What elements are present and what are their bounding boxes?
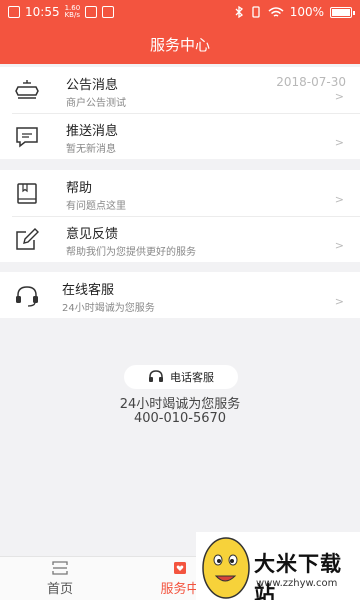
- online-service-section: 在线客服 24小时竭诚为您服务 >: [0, 272, 360, 318]
- page-header: 服务中心: [0, 24, 360, 64]
- chevron-right-icon: >: [334, 90, 344, 103]
- chevron-right-icon: >: [334, 239, 344, 252]
- notification-icon: [102, 6, 115, 18]
- network-speed: 1.60 KB/s: [64, 4, 81, 19]
- headset-icon: [16, 286, 38, 307]
- status-time: 10:55: [25, 5, 60, 19]
- chat-bubble-icon: [16, 127, 38, 148]
- wifi-icon: [268, 7, 284, 17]
- watermark-url: www.zzhyw.com: [256, 578, 338, 589]
- page-title: 服务中心: [149, 35, 210, 54]
- online-service-subtitle: 24小时竭诚为您服务: [62, 303, 155, 314]
- feedback-row[interactable]: 意见反馈 帮助我们为您提供更好的服务 >: [0, 216, 360, 262]
- phone-service-label: 电话客服: [170, 371, 214, 384]
- messages-section: 公告消息 商户公告测试 2018-07-30 > 推送消息 暂无新消息 >: [0, 67, 360, 159]
- push-messages-row[interactable]: 推送消息 暂无新消息 >: [0, 113, 360, 159]
- online-service-title: 在线客服: [62, 283, 115, 298]
- phone-service-tagline: 24小时竭诚为您服务: [119, 397, 241, 412]
- bluetooth-icon: [235, 6, 243, 18]
- tab-home-label: 首页: [46, 582, 73, 597]
- chevron-right-icon: >: [334, 295, 344, 308]
- chevron-right-icon: >: [334, 136, 344, 149]
- watermark-name: 大米下载站: [254, 552, 342, 600]
- chevron-right-icon: >: [334, 193, 344, 206]
- announcement-title: 公告消息: [66, 78, 119, 93]
- mascot-logo: [202, 537, 250, 599]
- tab-home[interactable]: 首页: [0, 557, 120, 600]
- edit-icon: [16, 228, 39, 250]
- phone-service-button[interactable]: 电话客服: [124, 365, 238, 389]
- push-messages-title: 推送消息: [66, 124, 119, 139]
- help-row[interactable]: 帮助 有问题点这里 >: [0, 170, 360, 216]
- book-icon: [17, 183, 37, 204]
- announcement-row[interactable]: 公告消息 商户公告测试 2018-07-30 >: [0, 67, 360, 113]
- megaphone-icon: [15, 80, 39, 99]
- status-bar: 10:55 1.60 KB/s 100%: [0, 0, 360, 24]
- battery-percent: 100%: [289, 5, 324, 19]
- screenshot-icon: [8, 6, 20, 18]
- heart-card-icon: [174, 562, 186, 574]
- feedback-title: 意见反馈: [66, 227, 119, 242]
- vibrate-icon: [252, 6, 260, 18]
- phone-headset-icon: [149, 370, 163, 382]
- feedback-subtitle: 帮助我们为您提供更好的服务: [66, 247, 196, 258]
- help-section: 帮助 有问题点这里 > 意见反馈 帮助我们为您提供更好的服务 >: [0, 170, 360, 262]
- push-messages-subtitle: 暂无新消息: [66, 144, 116, 155]
- hd-icon: [85, 6, 98, 18]
- online-service-row[interactable]: 在线客服 24小时竭诚为您服务 >: [0, 272, 360, 318]
- tab-service-label: 服务中: [160, 582, 200, 597]
- battery-icon: [330, 6, 355, 18]
- help-subtitle: 有问题点这里: [66, 201, 126, 212]
- announcement-date: 2018-07-30: [276, 75, 346, 89]
- announcement-subtitle: 商户公告测试: [66, 98, 126, 109]
- site-watermark: 大米下载站 www.zzhyw.com: [196, 532, 360, 600]
- home-icon: [52, 561, 68, 575]
- help-title: 帮助: [66, 181, 93, 196]
- phone-number[interactable]: 400-010-5670: [0, 411, 360, 426]
